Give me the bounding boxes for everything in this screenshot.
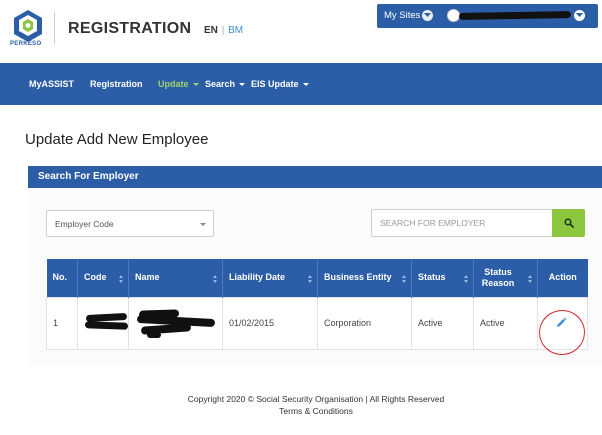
nav-label: Update (158, 79, 189, 89)
employer-search-input[interactable] (371, 209, 552, 237)
column-header-status-reason[interactable]: Status Reason (473, 259, 538, 297)
sort-icon (464, 275, 469, 283)
search-type-value: Employer Code (55, 219, 114, 229)
search-panel-title: Search For Employer (38, 171, 139, 182)
table-header-row: No. Code Name Liability Date Business En… (46, 259, 588, 297)
cell-no: 1 (46, 296, 78, 350)
cell-name (128, 296, 223, 350)
column-label: Status Reason (481, 266, 515, 288)
column-header-business-entity[interactable]: Business Entity (317, 259, 412, 297)
column-header-liability-date[interactable]: Liability Date (222, 259, 318, 297)
app-title: REGISTRATION (68, 20, 192, 37)
column-label: Liability Date (229, 272, 286, 283)
pencil-icon (557, 317, 567, 327)
cell-status-reason: Active (473, 296, 538, 350)
nav-item-eis-update[interactable]: EIS Update (251, 79, 309, 89)
chevron-down-icon (424, 13, 431, 17)
table-row: 1 01/02/2015 Corporation Active Active (46, 296, 588, 350)
sort-icon (308, 275, 313, 283)
cell-liability-date: 01/02/2015 (222, 296, 318, 350)
column-header-status[interactable]: Status (411, 259, 474, 297)
lang-bm-link[interactable]: BM (228, 25, 243, 36)
nav-item-update[interactable]: Update (158, 79, 199, 89)
nav-label: MyASSIST (29, 79, 75, 89)
my-sites-label[interactable]: My Sites (384, 10, 420, 21)
caret-down-icon (302, 83, 309, 87)
employer-results-table: No. Code Name Liability Date Business En… (46, 259, 588, 350)
sort-icon (402, 275, 407, 283)
nav-label: Search (205, 79, 236, 89)
nav-label: EIS Update (251, 79, 299, 89)
column-header-action: Action (537, 259, 588, 297)
search-button[interactable] (552, 209, 585, 237)
site-header: PERKESO REGISTRATION EN | BM My Sites (0, 0, 602, 63)
caret-down-icon (239, 83, 246, 87)
sort-icon (119, 275, 124, 283)
redacted-code (84, 308, 129, 338)
chevron-down-icon (576, 13, 583, 17)
cell-action (537, 296, 588, 350)
user-dropdown-button[interactable] (574, 10, 585, 21)
column-label: Action (548, 272, 577, 283)
search-icon (564, 218, 574, 228)
column-header-name[interactable]: Name (128, 259, 223, 297)
lang-en-link[interactable]: EN (204, 25, 218, 36)
cell-business-entity: Corporation (317, 296, 412, 350)
nav-item-myassist[interactable]: MyASSIST (29, 79, 74, 89)
page-title: Update Add New Employee (25, 131, 209, 148)
nav-label: Registration (90, 79, 143, 89)
redacted-username (458, 11, 572, 20)
header-divider (54, 12, 55, 44)
user-topbar: My Sites (377, 4, 598, 28)
nav-item-registration[interactable]: Registration (90, 79, 143, 89)
redacted-name (135, 308, 216, 338)
column-header-code[interactable]: Code (77, 259, 129, 297)
column-header-no[interactable]: No. (46, 259, 78, 297)
nav-item-search[interactable]: Search (205, 79, 246, 89)
sort-icon (213, 275, 218, 283)
caret-down-icon (200, 223, 206, 226)
column-label: Name (135, 272, 160, 283)
terms-link[interactable]: Terms & Conditions (0, 406, 602, 416)
column-label: Business Entity (324, 272, 392, 283)
copyright-text: Copyright 2020 © Social Security Organis… (187, 394, 445, 404)
my-sites-dropdown-button[interactable] (422, 10, 433, 21)
search-panel-header: Search For Employer (28, 166, 602, 188)
sort-icon (528, 275, 533, 283)
edit-button[interactable] (554, 316, 568, 330)
page-footer: Copyright 2020 © Social Security Organis… (0, 394, 602, 416)
lang-separator: | (221, 25, 225, 36)
cell-status: Active (411, 296, 474, 350)
cell-code (77, 296, 129, 350)
main-navbar: MyASSIST Registration Update Search EIS … (0, 63, 602, 105)
column-label: Status (418, 272, 446, 283)
column-label: Code (84, 272, 107, 283)
search-type-select[interactable]: Employer Code (46, 210, 214, 237)
logo-text: PERKESO (10, 41, 42, 47)
language-switcher: EN | BM (204, 25, 243, 36)
caret-down-icon (192, 83, 199, 87)
column-label: No. (52, 272, 68, 283)
